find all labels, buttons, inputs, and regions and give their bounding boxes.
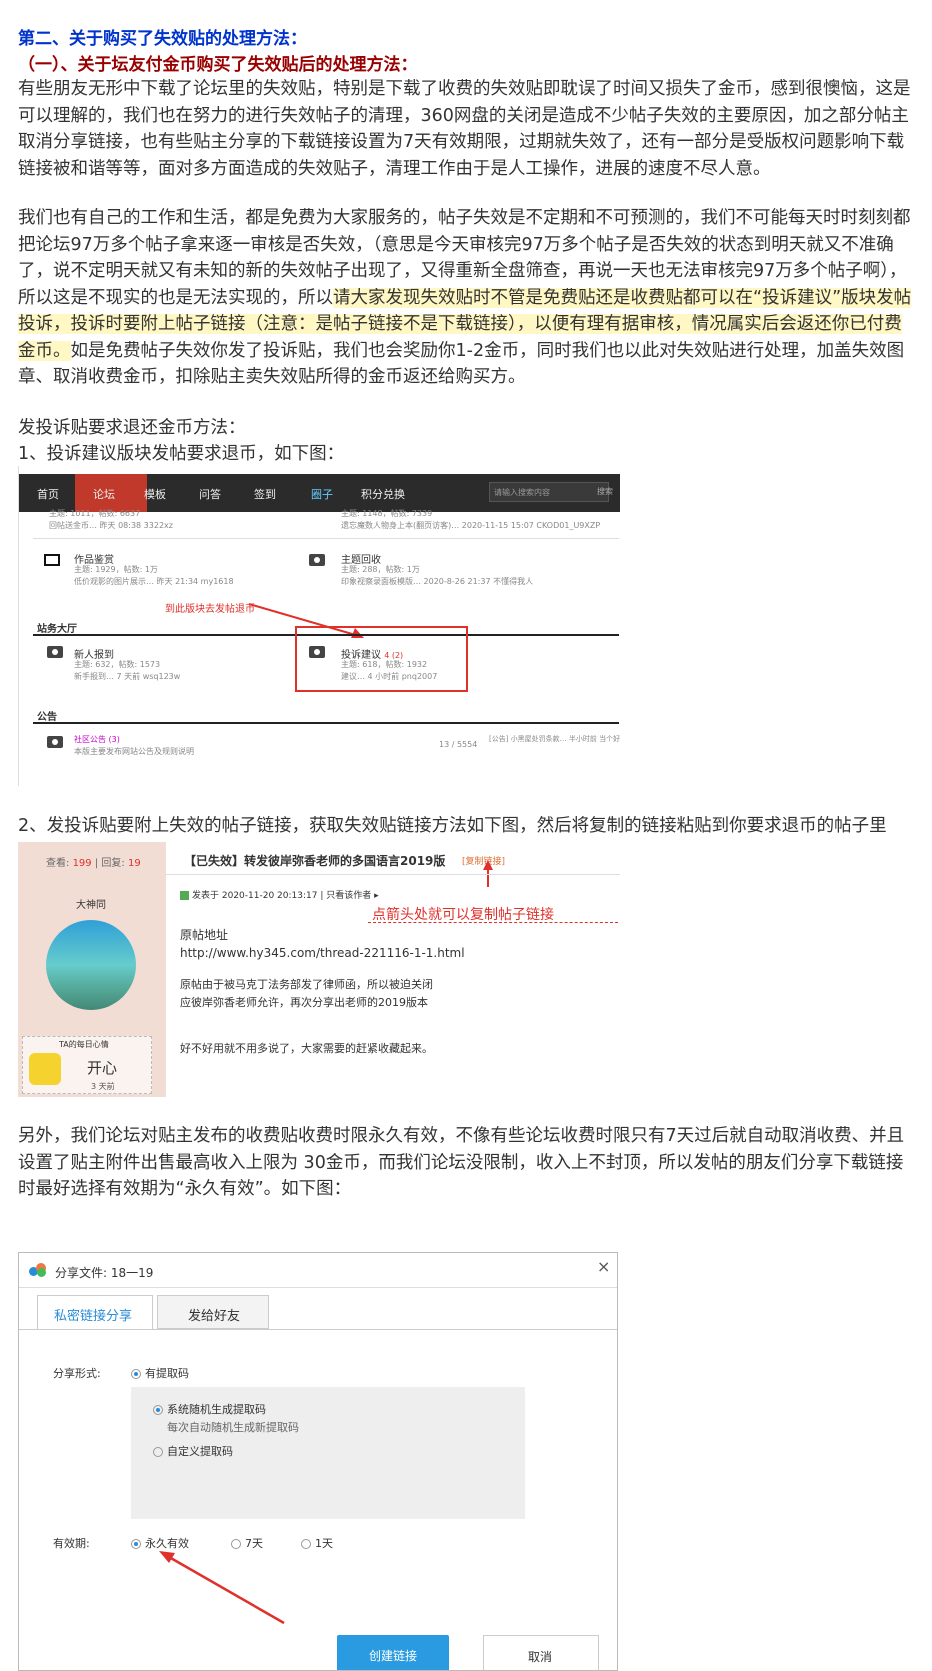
step-1-text: 1、投诉建议版块发帖要求退币，如下图： (18, 444, 345, 464)
camera-icon (47, 646, 63, 658)
paragraph-1: 有些朋友无形中下载了论坛里的失效贴，特别是下载了收费的失效贴即耽误了时间又损失了… (18, 79, 911, 179)
board-stats: 主题: 618，帖数: 1932 (341, 660, 428, 669)
board-last-post: [公告] 小黑屋处罚条款… 半小时前 当个好人 (489, 735, 620, 743)
section-title-notice: 公告 (37, 712, 57, 723)
author-name[interactable]: 大神同 (76, 896, 106, 911)
cancel-button[interactable]: 取消 (483, 1635, 599, 1670)
forum-screenshot: 首页 论坛 模板 问答 签到 圈子 积分兑换 请输入搜索内容 搜索 主题: 10… (18, 466, 620, 786)
post-line: 原帖地址 (180, 928, 229, 942)
avatar[interactable] (46, 920, 136, 1010)
paragraph-2: 我们也有自己的工作和生活，都是免费为大家服务的，帖子失效是不定期和不可预测的，我… (18, 205, 914, 391)
board-last-post: 建议… 4 小时前 pnq2007 (341, 672, 438, 681)
red-arrow (159, 1551, 285, 1625)
camera-icon (309, 646, 325, 658)
share-dialog-screenshot: 分享文件: 18一19 × 私密链接分享 发给好友 分享形式: 有提取码 系统随… (18, 1252, 618, 1671)
owl-icon (29, 1053, 61, 1085)
post-line: 应彼岸弥香老师允许，再次分享出老师的2019版本 (180, 996, 428, 1009)
red-annotation: 点箭头处就可以复制帖子链接 (372, 907, 554, 923)
step-2-text: 2、发投诉贴要附上失效的帖子链接，获取失效贴链接方法如下图，然后将复制的链接粘贴… (18, 816, 887, 836)
method-title: 发投诉贴要求退还金币方法： (18, 418, 246, 438)
board-count: 13 / 5554 (439, 740, 478, 749)
section-heading: 第二、关于购买了失效贴的处理方法： (18, 29, 307, 49)
board-desc: 本版主要发布网站公告及规则说明 (74, 747, 194, 756)
post-line: 原帖由于被马克丁法务部发了律师函，所以被迫关闭 (180, 978, 433, 991)
section-title-station: 站务大厅 (37, 624, 77, 635)
post-link[interactable]: http://www.hy345.com/thread-221116-1-1.h… (180, 946, 465, 960)
mood-box: TA的每日心情 开心 3 天前 (22, 1036, 152, 1094)
paragraph-2-text-c: 如是免费帖子失效你发了投诉贴，我们也会奖励你1-2金币，同时我们也以此对失效贴进… (18, 340, 905, 388)
create-link-button[interactable]: 创建链接 (337, 1635, 449, 1670)
paragraph-3: 另外，我们论坛对贴主发布的收费贴收费时限永久有效，不像有些论坛收费时限只有7天过… (18, 1126, 905, 1199)
post-line: 好不好用就不用多说了，大家需要的赶紧收藏起来。 (180, 1042, 433, 1055)
board-last-post: 新手报到… 7 天前 wsq123w (74, 672, 181, 681)
thread-screenshot: 查看: 199 | 回复: 19 【已失效】转发彼岸弥香老师的多国语言2019版… (18, 842, 620, 1097)
post-date: 发表于 2020-11-20 20:13:17 | 只看该作者 ▸ (180, 888, 379, 901)
board-stats: 主题: 632，帖数: 1573 (74, 660, 161, 669)
camera-icon (47, 736, 63, 748)
subsection-heading: （一）、关于坛友付金币购买了失效贴后的处理方法： (18, 55, 418, 75)
board-title[interactable]: 社区公告 (3) (74, 734, 120, 745)
